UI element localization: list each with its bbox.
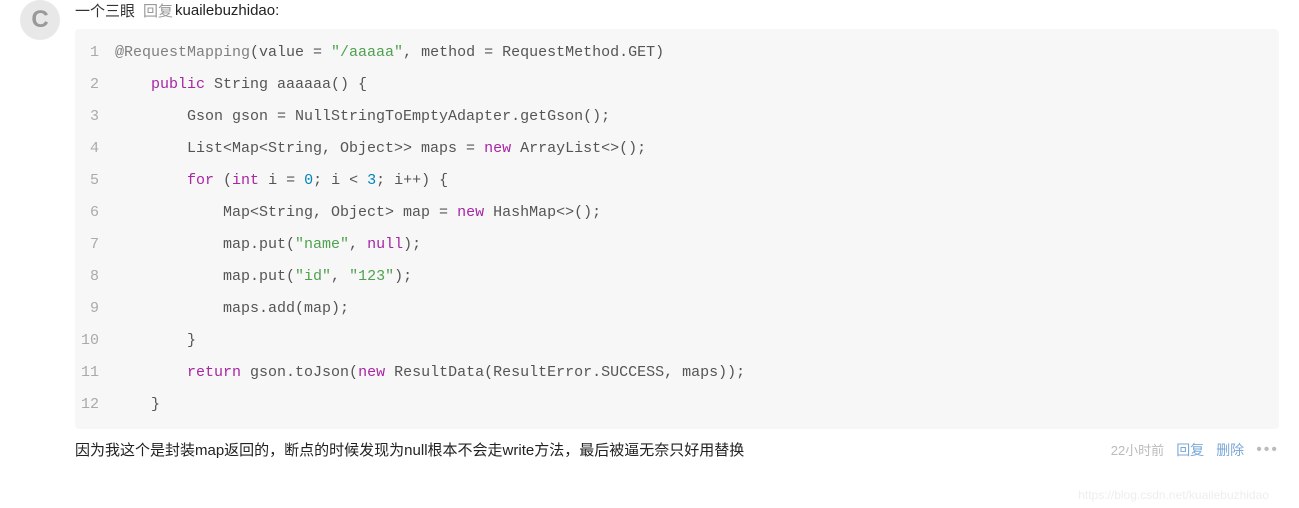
comment-footer: 因为我这个是封装map返回的，断点的时候发现为null根本不会走write方法，… bbox=[75, 439, 1279, 460]
comment-header: 一个三眼 回复 kuailebuzhidao: bbox=[75, 0, 1279, 21]
line-number: 10 bbox=[75, 325, 115, 357]
line-content: public String aaaaaa() { bbox=[115, 69, 367, 101]
line-content: maps.add(map); bbox=[115, 293, 349, 325]
comment-container: C 一个三眼 回复 kuailebuzhidao: 1@RequestMappi… bbox=[0, 0, 1299, 460]
line-content: @RequestMapping(value = "/aaaaa", method… bbox=[115, 37, 664, 69]
line-number: 1 bbox=[75, 37, 115, 69]
code-line: 11 return gson.toJson(new ResultData(Res… bbox=[75, 357, 1279, 389]
code-line: 1@RequestMapping(value = "/aaaaa", metho… bbox=[75, 37, 1279, 69]
line-content: return gson.toJson(new ResultData(Result… bbox=[115, 357, 745, 389]
line-number: 7 bbox=[75, 229, 115, 261]
more-icon[interactable]: ••• bbox=[1256, 441, 1279, 459]
line-number: 2 bbox=[75, 69, 115, 101]
line-content: List<Map<String, Object>> maps = new Arr… bbox=[115, 133, 646, 165]
code-line: 7 map.put("name", null); bbox=[75, 229, 1279, 261]
line-content: Map<String, Object> map = new HashMap<>(… bbox=[115, 197, 601, 229]
line-content: } bbox=[115, 389, 160, 421]
code-line: 8 map.put("id", "123"); bbox=[75, 261, 1279, 293]
line-number: 3 bbox=[75, 101, 115, 133]
code-line: 10 } bbox=[75, 325, 1279, 357]
line-content: for (int i = 0; i < 3; i++) { bbox=[115, 165, 448, 197]
line-number: 11 bbox=[75, 357, 115, 389]
line-number: 12 bbox=[75, 389, 115, 421]
watermark: https://blog.csdn.net/kuailebuzhidao bbox=[1078, 488, 1269, 502]
code-line: 3 Gson gson = NullStringToEmptyAdapter.g… bbox=[75, 101, 1279, 133]
line-content: } bbox=[115, 325, 196, 357]
delete-button[interactable]: 删除 bbox=[1216, 440, 1244, 460]
comment-text: 因为我这个是封装map返回的，断点的时候发现为null根本不会走write方法，… bbox=[75, 439, 1099, 460]
code-block[interactable]: 1@RequestMapping(value = "/aaaaa", metho… bbox=[75, 29, 1279, 429]
line-number: 6 bbox=[75, 197, 115, 229]
code-line: 2 public String aaaaaa() { bbox=[75, 69, 1279, 101]
line-content: map.put("id", "123"); bbox=[115, 261, 412, 293]
line-number: 4 bbox=[75, 133, 115, 165]
line-content: map.put("name", null); bbox=[115, 229, 421, 261]
timestamp: 22小时前 bbox=[1111, 440, 1164, 459]
code-line: 5 for (int i = 0; i < 3; i++) { bbox=[75, 165, 1279, 197]
code-line: 4 List<Map<String, Object>> maps = new A… bbox=[75, 133, 1279, 165]
code-line: 9 maps.add(map); bbox=[75, 293, 1279, 325]
code-line: 12 } bbox=[75, 389, 1279, 421]
comment-body: 一个三眼 回复 kuailebuzhidao: 1@RequestMapping… bbox=[75, 0, 1279, 460]
reply-target[interactable]: kuailebuzhidao: bbox=[175, 2, 279, 19]
line-number: 9 bbox=[75, 293, 115, 325]
username[interactable]: 一个三眼 bbox=[75, 0, 135, 21]
avatar[interactable]: C bbox=[20, 0, 60, 40]
reply-button[interactable]: 回复 bbox=[1176, 440, 1204, 460]
line-number: 8 bbox=[75, 261, 115, 293]
line-content: Gson gson = NullStringToEmptyAdapter.get… bbox=[115, 101, 610, 133]
line-number: 5 bbox=[75, 165, 115, 197]
reply-label: 回复 bbox=[143, 0, 173, 21]
code-line: 6 Map<String, Object> map = new HashMap<… bbox=[75, 197, 1279, 229]
